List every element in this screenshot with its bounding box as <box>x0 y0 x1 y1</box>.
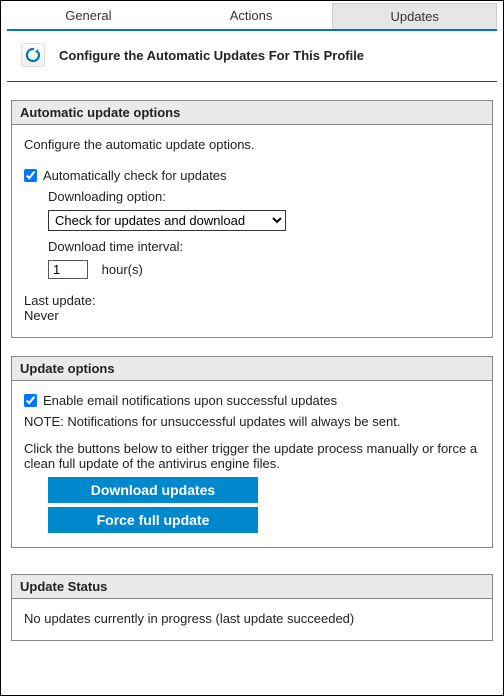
section-title-status: Update Status <box>12 575 492 599</box>
page-header: Configure the Automatic Updates For This… <box>7 31 497 82</box>
last-update-value: Never <box>24 308 480 323</box>
tab-updates[interactable]: Updates <box>332 3 497 29</box>
update-status-text: No updates currently in progress (last u… <box>24 611 480 626</box>
refresh-icon <box>21 43 45 67</box>
page-title: Configure the Automatic Updates For This… <box>59 48 364 63</box>
section-update-options: Update options Enable email notification… <box>11 356 493 548</box>
tab-actions[interactable]: Actions <box>170 3 333 29</box>
downloading-option-select[interactable]: Check for updates and download <box>48 210 286 231</box>
email-notify-label[interactable]: Enable email notifications upon successf… <box>43 393 337 408</box>
force-full-update-button[interactable]: Force full update <box>48 507 258 533</box>
section-title-upd: Update options <box>12 357 492 381</box>
auto-desc: Configure the automatic update options. <box>24 137 480 152</box>
interval-input[interactable] <box>48 260 88 279</box>
auto-check-label[interactable]: Automatically check for updates <box>43 168 227 183</box>
section-update-status: Update Status No updates currently in pr… <box>11 574 493 641</box>
download-updates-button[interactable]: Download updates <box>48 477 258 503</box>
interval-label: Download time interval: <box>48 239 480 254</box>
email-notify-checkbox[interactable] <box>24 394 37 407</box>
tabs: General Actions Updates <box>7 3 497 31</box>
downloading-option-label: Downloading option: <box>48 189 480 204</box>
email-note: NOTE: Notifications for unsuccessful upd… <box>24 414 480 429</box>
section-title-auto: Automatic update options <box>12 101 492 125</box>
interval-units: hour(s) <box>102 262 143 277</box>
section-auto-update-options: Automatic update options Configure the a… <box>11 100 493 338</box>
last-update-label: Last update: <box>24 293 480 308</box>
tab-general[interactable]: General <box>7 3 170 29</box>
auto-check-checkbox[interactable] <box>24 169 37 182</box>
update-instructions: Click the buttons below to either trigge… <box>24 441 480 471</box>
